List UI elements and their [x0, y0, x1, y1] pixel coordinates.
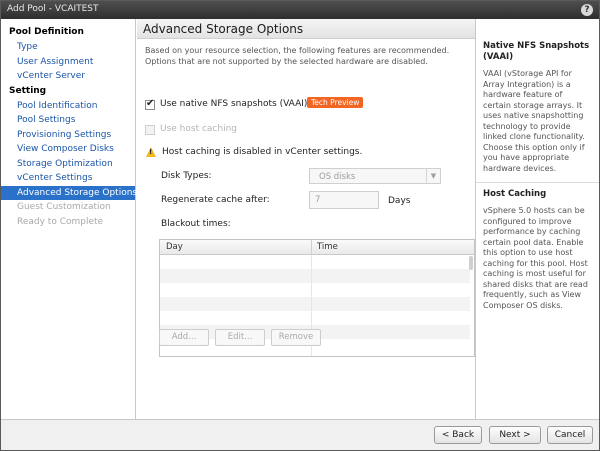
sidebar-item-view-composer-disks[interactable]: View Composer Disks	[1, 142, 135, 157]
help-divider	[476, 182, 599, 183]
host-caching-checkbox	[145, 125, 155, 135]
blackout-table-header: Day Time	[160, 240, 474, 255]
sidebar-section-pool-definition: Pool Definition	[9, 27, 84, 37]
sidebar-item-vcenter-settings[interactable]: vCenter Settings	[1, 171, 135, 186]
regenerate-days-value: 7	[315, 195, 321, 205]
table-scrollbar[interactable]	[469, 256, 473, 270]
warning-text: Host caching is disabled in vCenter sett…	[162, 147, 363, 157]
next-button[interactable]: Next >	[489, 426, 541, 444]
help-panel: Native NFS Snapshots (VAAI) VAAI (vStora…	[475, 19, 599, 419]
table-row	[160, 297, 470, 311]
help-heading-host-caching: Host Caching	[483, 189, 547, 199]
column-header-time[interactable]: Time	[317, 242, 338, 252]
sidebar-item-ready-to-complete: Ready to Complete	[17, 216, 104, 227]
regenerate-days-field: 7	[309, 191, 379, 209]
table-row	[160, 269, 470, 283]
help-icon[interactable]: ?	[581, 4, 593, 16]
help-heading-vaai: Native NFS Snapshots (VAAI)	[483, 41, 590, 62]
remove-blackout-button: Remove	[271, 329, 321, 346]
cancel-button[interactable]: Cancel	[547, 426, 593, 444]
page-title: Advanced Storage Options	[143, 22, 304, 36]
help-text-vaai: VAAI (vStorage API for Array Integration…	[483, 69, 585, 173]
disk-types-value: OS disks	[319, 172, 356, 182]
sidebar-item-advanced-storage-options[interactable]: Advanced Storage Options	[1, 185, 137, 200]
disk-types-label: Disk Types:	[161, 171, 212, 181]
window-title: Add Pool - VCAITEST	[7, 4, 99, 14]
sidebar-item-type[interactable]: Type	[1, 40, 135, 55]
host-caching-label: Use host caching	[160, 124, 237, 134]
wizard-sidebar: Pool Definition Type User Assignment vCe…	[1, 19, 137, 419]
warning-icon-mark: !	[149, 148, 153, 156]
page-description: Based on your resource selection, the fo…	[145, 46, 450, 66]
column-divider	[311, 240, 312, 255]
sidebar-item-user-assignment[interactable]: User Assignment	[1, 55, 135, 70]
table-row	[160, 255, 470, 269]
page-header: Advanced Storage Options	[137, 19, 475, 39]
back-button[interactable]: < Back	[434, 426, 482, 444]
vaai-checkbox[interactable]	[145, 98, 155, 110]
sidebar-section-setting: Setting	[9, 85, 47, 96]
sidebar-item-storage-optimization[interactable]: Storage Optimization	[1, 157, 135, 172]
sidebar-item-vcenter-server[interactable]: vCenter Server	[1, 69, 135, 84]
add-blackout-button: Add...	[159, 329, 209, 346]
regenerate-label: Regenerate cache after:	[161, 195, 270, 205]
title-bar: Add Pool - VCAITEST ?	[1, 1, 599, 19]
table-row	[160, 283, 470, 297]
vaai-label[interactable]: Use native NFS snapshots (VAAI)	[160, 99, 307, 109]
edit-blackout-button: Edit...	[215, 329, 265, 346]
regenerate-unit: Days	[388, 196, 411, 206]
dialog-footer: < Back Next > Cancel	[1, 419, 599, 450]
disk-types-select: OS disks ▼	[309, 168, 441, 184]
add-pool-dialog: Add Pool - VCAITEST ? Pool Definition Ty…	[0, 0, 600, 451]
sidebar-item-pool-identification[interactable]: Pool Identification	[1, 99, 135, 114]
tech-preview-badge: Tech Preview	[307, 97, 364, 108]
column-header-day[interactable]: Day	[166, 242, 183, 252]
sidebar-item-pool-settings[interactable]: Pool Settings	[1, 113, 135, 128]
help-text-host-caching: vSphere 5.0 hosts can be configured to i…	[483, 206, 588, 310]
blackout-times-label: Blackout times:	[161, 219, 231, 229]
chevron-down-icon: ▼	[426, 169, 440, 183]
table-row	[160, 311, 470, 325]
sidebar-item-guest-customization: Guest Customization	[17, 202, 111, 212]
main-panel: Advanced Storage Options Based on your r…	[137, 19, 475, 419]
sidebar-item-provisioning-settings[interactable]: Provisioning Settings	[1, 128, 135, 143]
